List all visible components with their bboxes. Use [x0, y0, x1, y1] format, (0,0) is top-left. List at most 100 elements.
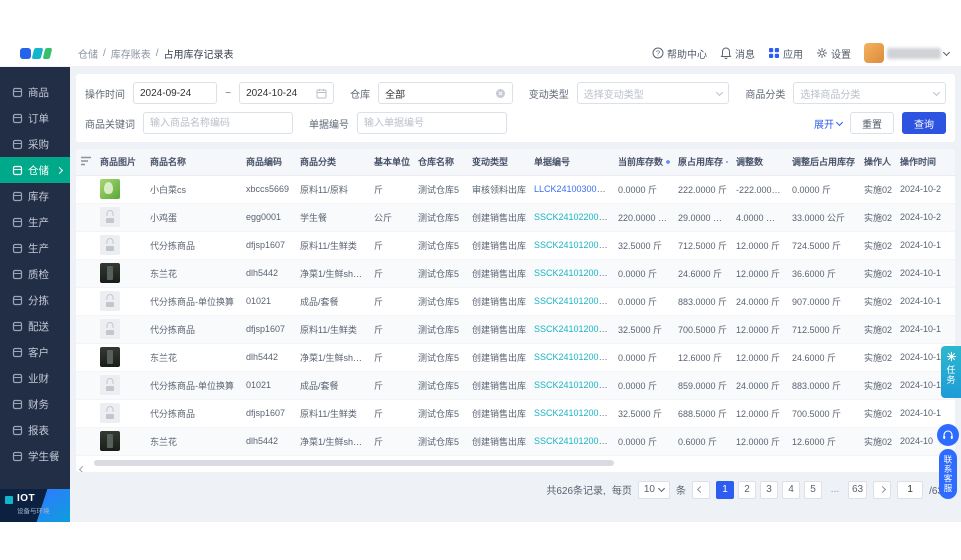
doc-number-link[interactable]: SSCK24101200002 [534, 352, 614, 362]
table-row[interactable]: 东兰花 dlh5442 净菜1/生鲜shu菜类... 斤 测试仓库5 创建销售出… [76, 259, 955, 288]
sidebar-item-production-2[interactable]: 生产 [0, 235, 70, 261]
product-code: dlh5442 [242, 259, 296, 288]
original-occupied: 222.0000 斤 [674, 175, 732, 204]
sidebar-item-student-meals[interactable]: 学生餐 [0, 443, 70, 469]
original-occupied: 12.6000 斤 [674, 343, 732, 372]
doc-number-input[interactable] [357, 112, 507, 134]
product-category: 净菜1/生鲜shu菜类... [296, 427, 370, 456]
horizontal-scrollbar[interactable] [78, 458, 951, 472]
operation-time: 2024-10-1 [896, 315, 955, 344]
doc-number-link[interactable]: SSCK24101200002 [534, 380, 614, 390]
table-row[interactable]: 代分拣商品 dfjsp1607 原料11/生鲜类 斤 测试仓库5 创建销售出库 … [76, 399, 955, 428]
sidebar-item-biz-finance[interactable]: 业财 [0, 365, 70, 391]
page-button-5[interactable]: 5 [803, 480, 822, 499]
search-button[interactable]: 查询 [902, 112, 946, 134]
doc-number-link[interactable]: SSCK24101200004 [534, 240, 614, 250]
original-occupied: 712.5000 斤 [674, 231, 732, 260]
help-center-button[interactable]: ? 帮助中心 [652, 46, 707, 61]
page-ellipsis[interactable]: ... [826, 481, 844, 499]
sidebar-item-warehouse[interactable]: 仓储 [0, 157, 70, 183]
iot-banner[interactable]: IOT 设备与环境 [0, 489, 70, 522]
doc-number-link[interactable]: SSCK24101200003 [534, 268, 614, 278]
doc-number-link[interactable]: SSCK24101200003 [534, 324, 614, 334]
base-unit: 公斤 [370, 203, 414, 232]
warehouse-select[interactable]: 全部 [378, 82, 513, 104]
user-menu[interactable] [864, 43, 951, 63]
sorting-icon [12, 295, 23, 306]
product-code: dlh5442 [242, 343, 296, 372]
messages-button[interactable]: 消息 [720, 46, 755, 61]
sidebar-item-finance[interactable]: 财务 [0, 391, 70, 417]
table-row[interactable]: 代分拣商品-单位换算 01021 成品/套餐 斤 测试仓库5 创建销售出库 SS… [76, 287, 955, 316]
apps-button[interactable]: 应用 [768, 46, 803, 61]
product-image [100, 375, 120, 395]
sidebar-item-customers[interactable]: 客户 [0, 339, 70, 365]
operator: 实施02 [860, 287, 896, 316]
base-unit: 斤 [370, 343, 414, 372]
table-row[interactable]: 小鸡蛋 egg0001 学生餐 公斤 测试仓库5 创建销售出库 SSCK2410… [76, 203, 955, 232]
chevron-down-icon [657, 484, 666, 493]
breadcrumb-stock-ledger[interactable]: 库存账表 [111, 46, 151, 61]
change-type: 创建销售出库 [468, 231, 530, 260]
warehouse-name: 测试仓库5 [414, 175, 468, 204]
product-category: 学生餐 [296, 203, 370, 232]
sidebar-item-quality[interactable]: 质检 [0, 261, 70, 287]
page-jump-input[interactable] [897, 480, 924, 499]
doc-number-link[interactable]: SSCK24101200003 [534, 296, 614, 306]
table-row[interactable]: 代分拣商品 dfjsp1607 原料11/生鲜类 斤 测试仓库5 创建销售出库 … [76, 315, 955, 344]
doc-number-link[interactable]: SSCK24101200001 [534, 436, 614, 446]
customer-service-floating-button[interactable]: 联系客服 [937, 424, 959, 499]
sidebar-item-sorting[interactable]: 分拣 [0, 287, 70, 313]
task-floating-button[interactable]: 任务 [941, 346, 961, 398]
table-row[interactable]: 代分拣商品 dfjsp1607 原料11/生鲜类 斤 测试仓库5 创建销售出库 … [76, 231, 955, 260]
product-name: 东兰花 [146, 343, 242, 372]
info-icon[interactable] [726, 157, 728, 167]
base-unit: 斤 [370, 315, 414, 344]
next-page-button[interactable] [873, 480, 892, 499]
page-button-63[interactable]: 63 [847, 480, 868, 499]
clear-icon[interactable] [495, 88, 506, 99]
sidebar-item-goods[interactable]: 商品 [0, 79, 70, 105]
doc-number-link[interactable]: SSCK24101200002 [534, 408, 614, 418]
table-scroll-area[interactable]: 商品图片 商品名称 商品编码 商品分类 基本单位 仓库名称 变动类型 单据编号 … [76, 149, 955, 456]
page-button-3[interactable]: 3 [759, 480, 778, 499]
doc-number-link[interactable]: SSCK24102200001 [534, 212, 614, 222]
sidebar-item-inventory[interactable]: 库存 [0, 183, 70, 209]
per-page-select[interactable]: 10 [637, 480, 670, 499]
breadcrumb-warehouse[interactable]: 仓储 [78, 46, 98, 61]
keyword-input[interactable] [143, 112, 293, 134]
sidebar-item-orders[interactable]: 订单 [0, 105, 70, 131]
table-row[interactable]: 东兰花 dlh5442 净菜1/生鲜shu菜类... 斤 测试仓库5 创建销售出… [76, 343, 955, 372]
table-row[interactable]: 东兰花 dlh5442 净菜1/生鲜shu菜类... 斤 测试仓库5 创建销售出… [76, 427, 955, 456]
page-button-2[interactable]: 2 [737, 480, 756, 499]
warehouse-name: 测试仓库5 [414, 259, 468, 288]
sidebar-item-delivery[interactable]: 配送 [0, 313, 70, 339]
settings-button[interactable]: 设置 [816, 46, 851, 61]
topbar-actions: ? 帮助中心 消息 应用 设置 [652, 43, 961, 63]
sidebar-item-purchase[interactable]: 采购 [0, 131, 70, 157]
date-to-input[interactable]: 2024-10-24 [239, 82, 335, 104]
change-type-select[interactable]: 选择变动类型 [576, 82, 730, 104]
page-button-1[interactable]: 1 [715, 480, 734, 499]
prev-page-button[interactable] [691, 480, 710, 499]
col-product-image: 商品图片 [96, 149, 146, 176]
task-label: 任务 [945, 365, 956, 385]
sidebar-item-reports[interactable]: 报表 [0, 417, 70, 443]
category-select[interactable]: 选择商品分类 [793, 82, 946, 104]
page-button-4[interactable]: 4 [781, 480, 800, 499]
doc-number-link[interactable]: LLCK24100300001 [534, 184, 612, 194]
scrollbar-thumb[interactable] [94, 459, 614, 466]
table-row[interactable]: 代分拣商品-单位换算 01021 成品/套餐 斤 测试仓库5 创建销售出库 SS… [76, 371, 955, 400]
expand-filters-button[interactable]: 展开 [814, 116, 844, 131]
iot-subtitle: 设备与环境 [17, 508, 50, 515]
scroll-left-icon[interactable] [78, 459, 87, 472]
chevron-right-icon [55, 166, 64, 174]
date-from-input[interactable]: 2024-09-24 [133, 82, 218, 104]
adjustment: 12.0000 斤 [732, 427, 788, 456]
sidebar-item-production[interactable]: 生产 [0, 209, 70, 235]
table-row[interactable]: 小白菜cs xbccs5669 原料11/原料 斤 测试仓库5 审核领料出库 L… [76, 175, 955, 204]
reset-button[interactable]: 重置 [850, 112, 894, 134]
column-config-header[interactable] [76, 149, 96, 176]
row-select-cell [76, 315, 96, 344]
info-icon[interactable] [666, 157, 670, 167]
